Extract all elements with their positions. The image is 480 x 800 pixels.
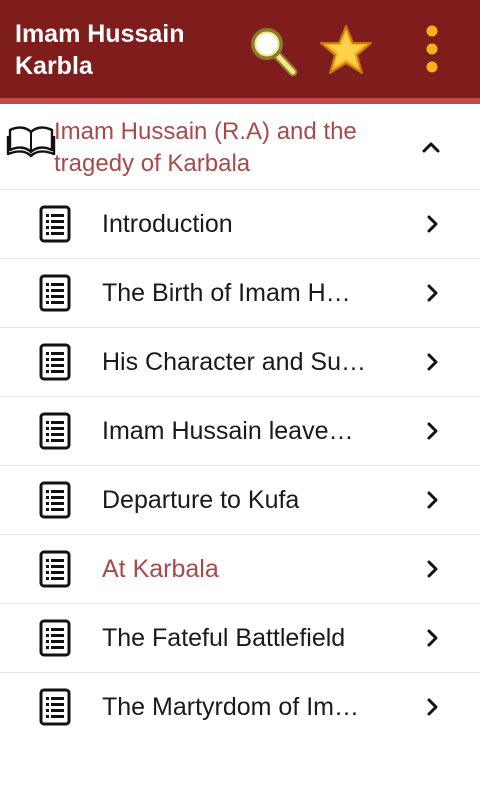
chevron-up-icon[interactable] <box>418 134 444 160</box>
chapter-list-item[interactable]: Introduction <box>0 190 480 259</box>
overflow-menu-icon <box>426 25 438 73</box>
document-icon <box>39 205 71 243</box>
chapter-list-item[interactable]: The Martyrdom of Im… <box>0 673 480 742</box>
document-icon <box>39 688 71 726</box>
search-icon <box>251 28 298 77</box>
app-bar: Imam Hussain Karbla <box>0 0 480 104</box>
document-icon <box>39 619 71 657</box>
chapter-label: The Martyrdom of Im… <box>102 693 359 721</box>
document-icon <box>39 481 71 519</box>
favorites-button[interactable] <box>316 22 376 82</box>
chapter-list-item[interactable]: At Karbala <box>0 535 480 604</box>
chapter-label: The Birth of Imam H… <box>102 279 351 307</box>
chapter-label: His Character and Su… <box>102 348 367 376</box>
chevron-right-icon <box>427 491 438 509</box>
document-icon <box>39 343 71 381</box>
chapter-label: The Fateful Battlefield <box>102 624 346 652</box>
section-title: Imam Hussain (R.A) and the tragedy of Ka… <box>54 118 357 177</box>
chevron-right-icon <box>427 215 438 233</box>
chapter-label: Introduction <box>102 210 233 238</box>
overflow-menu-button[interactable] <box>410 22 454 82</box>
app-title: Imam Hussain Karbla <box>15 20 185 80</box>
document-icon <box>39 412 71 450</box>
document-icon <box>39 274 71 312</box>
chapter-label: Departure to Kufa <box>102 486 300 514</box>
chapter-list-item[interactable]: His Character and Su… <box>0 328 480 397</box>
chevron-right-icon <box>427 698 438 716</box>
chapter-list-item[interactable]: Departure to Kufa <box>0 466 480 535</box>
chevron-right-icon <box>427 284 438 302</box>
chevron-right-icon <box>427 353 438 371</box>
star-icon <box>320 25 372 74</box>
search-button[interactable] <box>246 22 306 82</box>
chevron-right-icon <box>427 560 438 578</box>
chapter-list-item[interactable]: Imam Hussain leave… <box>0 397 480 466</box>
chevron-right-icon <box>427 422 438 440</box>
chapter-list: Introduction The Birth of Imam H… His Char… <box>0 190 480 742</box>
chapter-label: Imam Hussain leave… <box>102 417 354 445</box>
open-book-icon <box>6 126 56 158</box>
chapter-list-item[interactable]: The Birth of Imam H… <box>0 259 480 328</box>
chapter-label: At Karbala <box>102 555 219 583</box>
chapter-list-item[interactable]: The Fateful Battlefield <box>0 604 480 673</box>
document-icon <box>39 550 71 588</box>
section-header[interactable]: Imam Hussain (R.A) and the tragedy of Ka… <box>0 104 480 190</box>
chevron-right-icon <box>427 629 438 647</box>
